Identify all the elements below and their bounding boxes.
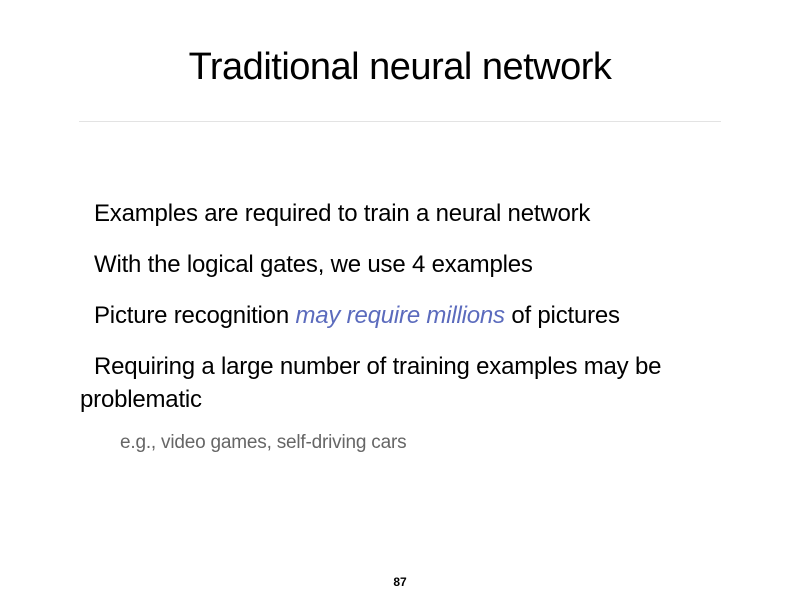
sub-bullet-text: e.g., video games, self-driving cars — [120, 432, 407, 453]
title-divider — [79, 121, 721, 122]
bullet-emphasis: may require millions — [295, 302, 505, 329]
bullet-text-before: Picture recognition — [94, 302, 296, 329]
bullet-item: Picture recognition may require millions… — [80, 299, 730, 332]
slide: Traditional neural network Examples are … — [0, 0, 800, 600]
slide-title: Traditional neural network — [188, 46, 612, 88]
bullet-item: Requiring a large number of training exa… — [80, 350, 730, 416]
bullet-text-after: of pictures — [504, 302, 620, 329]
bullet-text: Examples are required to train a neural … — [94, 200, 591, 227]
page-number: 87 — [393, 575, 407, 589]
bullet-text: With the logical gates, we use 4 example… — [94, 251, 533, 278]
bullet-list: Examples are required to train a neural … — [80, 197, 730, 456]
bullet-text: Requiring a large number of training exa… — [80, 353, 662, 413]
bullet-item: Examples are required to train a neural … — [80, 197, 730, 230]
sub-bullet-item: e.g., video games, self-driving cars — [80, 430, 730, 456]
bullet-item: With the logical gates, we use 4 example… — [80, 248, 730, 281]
